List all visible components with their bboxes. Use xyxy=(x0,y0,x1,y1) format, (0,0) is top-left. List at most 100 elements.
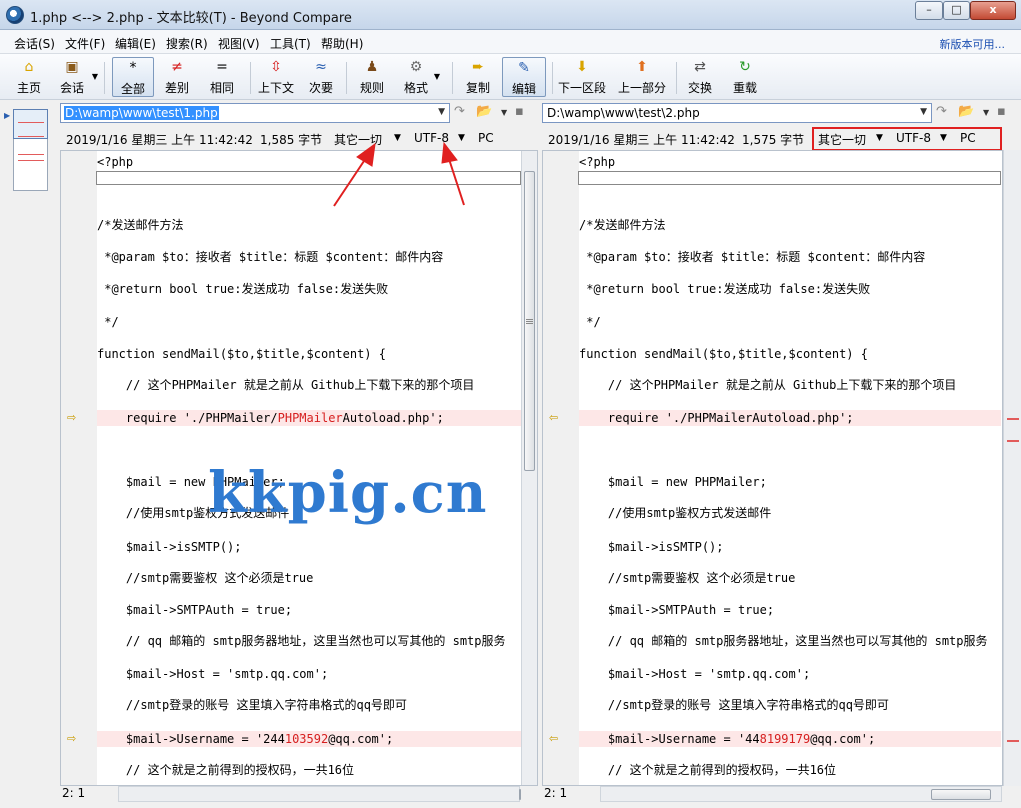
open-folder-icon[interactable]: 📂 xyxy=(958,104,974,119)
code-line[interactable]: */ xyxy=(579,314,1001,330)
code-line[interactable]: require './PHPMailerAutoload.php'; xyxy=(579,410,1001,426)
close-button[interactable]: x xyxy=(970,1,1016,20)
code-line[interactable]: $mail->Username = '448199179@qq.com'; xyxy=(579,731,1001,747)
code-line[interactable]: $mail = new PHPMailer; xyxy=(579,474,1001,490)
show-all-button[interactable]: * 全部 xyxy=(112,57,154,97)
chevron-down-icon[interactable]: ▼ xyxy=(983,108,989,117)
menu-file[interactable]: 文件(F) xyxy=(65,35,105,52)
show-same-button[interactable]: = 相同 xyxy=(204,57,240,97)
menu-help[interactable]: 帮助(H) xyxy=(321,35,363,52)
chevron-down-icon[interactable]: ▼ xyxy=(458,133,465,143)
code-line[interactable]: //smtp需要鉴权 这个必须是true xyxy=(579,570,1001,586)
code-line[interactable]: //使用smtp鉴权方式发送邮件 xyxy=(579,505,1001,521)
menu-session[interactable]: 会话(S) xyxy=(14,35,55,52)
code-line[interactable]: *@param $to：接收者 $title：标题 $content：邮件内容 xyxy=(97,249,521,265)
code-line[interactable]: // qq 邮箱的 smtp服务器地址，这里当然也可以写其他的 smtp服务 xyxy=(579,633,1001,649)
chevron-down-icon[interactable]: ▼ xyxy=(394,133,401,143)
session-button[interactable]: ▣ 会话 ▼ xyxy=(56,57,98,97)
save-icon[interactable]: ▪ xyxy=(515,104,524,119)
right-code-view[interactable]: <?php /*发送邮件方法 *@param $to：接收者 $title：标题 … xyxy=(542,150,1003,786)
copy-left-arrow-icon[interactable]: ⇦ xyxy=(549,733,561,744)
chevron-down-icon[interactable]: ▼ xyxy=(434,72,440,81)
menu-edit[interactable]: 编辑(E) xyxy=(115,35,156,52)
minimize-button[interactable]: – xyxy=(915,1,943,20)
thumbnail-overview[interactable]: ▶ xyxy=(0,101,58,808)
maximize-button[interactable]: □ xyxy=(943,1,970,20)
code-line[interactable]: *@return bool true:发送成功 false:发送失败 xyxy=(97,281,521,297)
right-horizontal-scrollbar[interactable] xyxy=(600,786,1002,802)
history-icon[interactable]: ↷ xyxy=(936,104,947,119)
code-line[interactable]: // 这个PHPMailer 就是之前从 Github上下载下来的那个项目 xyxy=(579,377,1001,393)
edit-button[interactable]: ✎ 编辑 xyxy=(502,57,546,97)
code-line[interactable]: $mail->Host = 'smtp.qq.com'; xyxy=(579,666,1001,682)
open-folder-icon[interactable]: 📂 xyxy=(476,104,492,119)
next-section-button[interactable]: ⬇ 下一区段 xyxy=(556,57,608,97)
code-line[interactable] xyxy=(97,441,521,457)
code-line[interactable]: $mail->Username = '244103592@qq.com'; xyxy=(97,731,521,747)
code-line[interactable]: //smtp登录的账号 这里填入字符串格式的qq号即可 xyxy=(97,697,521,713)
copy-button[interactable]: ➨ 复制 xyxy=(462,57,494,97)
minor-button[interactable]: ≈ 次要 xyxy=(306,57,336,97)
code-line[interactable] xyxy=(97,187,521,203)
chevron-down-icon[interactable]: ▼ xyxy=(92,72,98,81)
right-diff-strip[interactable] xyxy=(1003,150,1021,786)
rules-label: 规则 xyxy=(359,81,384,95)
code-line[interactable]: // 这个PHPMailer 就是之前从 Github上下载下来的那个项目 xyxy=(97,377,521,393)
left-path-input[interactable]: D:\wamp\www\test\1.php ▼ xyxy=(60,103,450,123)
code-line[interactable]: //smtp登录的账号 这里填入字符串格式的qq号即可 xyxy=(579,697,1001,713)
chevron-down-icon[interactable]: ▼ xyxy=(438,107,445,117)
code-line[interactable]: <?php xyxy=(579,154,1001,170)
menu-tools[interactable]: 工具(T) xyxy=(270,35,311,52)
context-button[interactable]: ⇳ 上下文 xyxy=(256,57,296,97)
rules-button[interactable]: ♟ 规则 xyxy=(356,57,388,97)
code-line[interactable]: $mail->SMTPAuth = true; xyxy=(97,602,521,618)
code-line[interactable]: */ xyxy=(97,314,521,330)
home-button[interactable]: ⌂ 主页 xyxy=(12,57,46,97)
left-vertical-scrollbar[interactable] xyxy=(521,151,537,785)
overview-map[interactable] xyxy=(13,109,48,191)
code-line[interactable]: $mail->SMTPAuth = true; xyxy=(579,602,1001,618)
prev-part-button[interactable]: ⬆ 上一部分 xyxy=(616,57,668,97)
code-line[interactable]: <?php xyxy=(97,154,521,170)
code-line[interactable]: // qq 邮箱的 smtp服务器地址，这里当然也可以写其他的 smtp服务 xyxy=(97,633,521,649)
code-line[interactable]: function sendMail($to,$title,$content) { xyxy=(579,346,1001,362)
copy-left-arrow-icon[interactable]: ⇦ xyxy=(549,412,561,423)
left-encoding-select[interactable]: UTF-8 xyxy=(414,131,449,145)
right-path-input[interactable]: D:\wamp\www\test\2.php ▼ xyxy=(542,103,932,123)
right-hscroll-knob[interactable] xyxy=(931,789,991,800)
code-line[interactable]: //smtp需要鉴权 这个必须是true xyxy=(97,570,521,586)
menu-search[interactable]: 搜索(R) xyxy=(166,35,208,52)
code-text: require './PHPMailerAutoload.php'; xyxy=(579,411,854,425)
save-icon[interactable]: ▪ xyxy=(997,104,1006,119)
code-line[interactable] xyxy=(579,187,1001,203)
left-filter-select[interactable]: 其它一切 xyxy=(334,131,382,148)
left-hscroll-knob[interactable] xyxy=(519,789,521,800)
left-line-ending[interactable]: PC xyxy=(478,131,494,145)
left-horizontal-scrollbar[interactable] xyxy=(118,786,521,802)
format-button[interactable]: ⚙ 格式 ▼ xyxy=(402,57,440,97)
chevron-down-icon[interactable]: ▼ xyxy=(501,108,507,117)
show-diffs-button[interactable]: ≠ 差别 xyxy=(160,57,194,97)
history-icon[interactable]: ↷ xyxy=(454,104,465,119)
overview-viewport[interactable] xyxy=(13,109,48,139)
new-version-link[interactable]: 新版本可用... xyxy=(940,36,1006,52)
code-line[interactable]: $mail->Host = 'smtp.qq.com'; xyxy=(97,666,521,682)
code-line[interactable]: *@param $to：接收者 $title：标题 $content：邮件内容 xyxy=(579,249,1001,265)
swap-button[interactable]: ⇄ 交换 xyxy=(686,57,714,97)
code-line[interactable]: /*发送邮件方法 xyxy=(579,217,1001,233)
chevron-down-icon[interactable]: ▼ xyxy=(920,107,927,117)
code-line[interactable]: // 这个就是之前得到的授权码，一共16位 xyxy=(579,762,1001,778)
code-line[interactable]: // 这个就是之前得到的授权码，一共16位 xyxy=(97,762,521,778)
copy-right-arrow-icon[interactable]: ⇨ xyxy=(67,733,79,744)
right-pane: D:\wamp\www\test\2.php ▼ ↷ 📂 ▼ ▪ 2019/1/… xyxy=(540,101,1006,808)
code-line[interactable]: $mail->isSMTP(); xyxy=(97,539,521,555)
code-line[interactable]: /*发送邮件方法 xyxy=(97,217,521,233)
code-line[interactable]: $mail->isSMTP(); xyxy=(579,539,1001,555)
code-line[interactable]: *@return bool true:发送成功 false:发送失败 xyxy=(579,281,1001,297)
menu-view[interactable]: 视图(V) xyxy=(218,35,260,52)
code-line[interactable]: function sendMail($to,$title,$content) { xyxy=(97,346,521,362)
reload-button[interactable]: ↻ 重载 xyxy=(730,57,760,97)
code-line[interactable]: require './PHPMailer/PHPMailerAutoload.p… xyxy=(97,410,521,426)
copy-right-arrow-icon[interactable]: ⇨ xyxy=(67,412,79,423)
code-line[interactable] xyxy=(579,441,1001,457)
